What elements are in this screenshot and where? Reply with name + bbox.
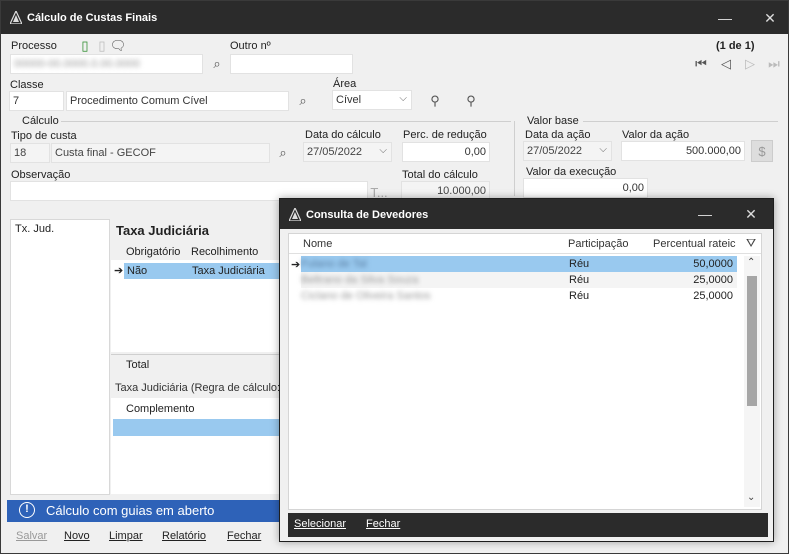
header-divider: [289, 253, 761, 254]
regra-calculo-label: Taxa Judiciária (Regra de cálculo:: [115, 382, 281, 394]
alert-icon: !: [19, 502, 35, 518]
document-new-icon[interactable]: ▯: [76, 37, 94, 55]
devedores-dialog: Consulta de Devedores — ✕ Nome Participa…: [279, 198, 774, 542]
processo-field[interactable]: 00000-00.0000.0.00.0000: [10, 54, 203, 74]
app-logo-icon: [10, 11, 22, 24]
list-item[interactable]: Tx. Jud.: [15, 223, 54, 235]
tipo-code-field[interactable]: 18: [10, 143, 50, 163]
valor-base-group-line: [583, 121, 778, 122]
total-calculo-label: Total do cálculo: [402, 169, 478, 181]
dialog-footer: Selecionar Fechar: [288, 513, 768, 537]
search-tipo-icon[interactable]: ⌕: [274, 144, 292, 162]
taxa-type-list: Tx. Jud.: [10, 219, 110, 495]
dialog-title-bar: Consulta de Devedores — ✕: [280, 199, 773, 229]
row-pointer-icon: ➔: [114, 265, 124, 277]
tipo-desc-field[interactable]: Custa final - GECOF: [51, 143, 270, 163]
col-recolhimento: Recolhimento: [191, 246, 259, 258]
chevron-down-icon: ⌵: [599, 144, 607, 155]
perc-reducao-field[interactable]: 0,00: [402, 142, 490, 162]
calculo-group-label: Cálculo: [22, 115, 59, 127]
perc-reducao-label: Perc. de redução: [403, 129, 487, 141]
classe-label: Classe: [10, 79, 44, 91]
vertical-scrollbar[interactable]: ⌃ ⌄: [744, 256, 760, 507]
chevron-down-icon: ⌵: [379, 145, 387, 156]
devedores-grid: Nome Participação Percentual rateic ⛛ ➔ …: [288, 233, 762, 510]
new-button[interactable]: Novo: [64, 530, 90, 542]
select-button[interactable]: Selecionar: [294, 518, 346, 530]
filter-icon[interactable]: ⛛: [746, 236, 756, 251]
classe-desc-field[interactable]: Procedimento Comum Cível: [66, 91, 289, 111]
title-bar: Cálculo de Custas Finais — ✕: [1, 1, 788, 34]
dialog-title: Consulta de Devedores: [306, 209, 429, 221]
pager-text: (1 de 1): [716, 40, 755, 52]
dialog-close-action-button[interactable]: Fechar: [366, 518, 400, 530]
last-record-icon[interactable]: ⏭: [765, 55, 783, 73]
person-money-icon[interactable]: ⚲: [426, 92, 444, 110]
comment-icon[interactable]: 🗨: [109, 37, 127, 55]
table-row[interactable]: Beltrano da Silva Souza Réu 25,0000: [301, 272, 737, 288]
table-row[interactable]: Fulano de Tal Réu 50,0000: [301, 256, 737, 272]
scroll-up-icon[interactable]: ⌃: [747, 257, 755, 268]
app-logo-icon: [289, 208, 301, 221]
first-record-icon[interactable]: ⏮: [692, 55, 710, 73]
table-row[interactable]: Ciclano de Oliveira Santos Réu 25,0000: [301, 288, 737, 304]
close-button[interactable]: ✕: [761, 9, 779, 27]
minimize-button[interactable]: —: [716, 9, 734, 27]
outro-field[interactable]: [230, 54, 353, 74]
valor-base-group-label: Valor base: [527, 115, 579, 127]
taxa-title: Taxa Judiciária: [116, 223, 209, 238]
close-form-button[interactable]: Fechar: [227, 530, 261, 542]
clear-button[interactable]: Limpar: [109, 530, 143, 542]
tipo-label: Tipo de custa: [11, 130, 77, 142]
processo-label: Processo: [11, 40, 57, 52]
row-pointer-icon: ➔: [291, 259, 301, 271]
chevron-down-icon: ⌵: [399, 93, 407, 104]
window-title: Cálculo de Custas Finais: [27, 12, 158, 24]
classe-code-field[interactable]: 7: [9, 91, 64, 111]
save-button[interactable]: Salvar: [16, 530, 47, 542]
valor-acao-label: Valor da ação: [622, 129, 690, 141]
next-record-icon[interactable]: ▷: [741, 55, 759, 73]
area-label: Área: [333, 78, 357, 90]
previous-record-icon[interactable]: ◁: [717, 55, 735, 73]
person-search-icon[interactable]: ⚲: [462, 92, 480, 110]
calculo-group-line: [61, 121, 511, 122]
group-divider: [514, 121, 515, 196]
search-classe-icon[interactable]: ⌕: [294, 92, 312, 110]
observacao-label: Observação: [11, 169, 71, 181]
report-button[interactable]: Relatório: [162, 530, 206, 542]
total-label: Total: [126, 359, 150, 371]
valor-acao-field[interactable]: 500.000,00: [621, 141, 745, 161]
complemento-header: Complemento: [126, 403, 195, 415]
status-message: Cálculo com guias em aberto: [46, 503, 215, 518]
data-acao-label: Data da ação: [525, 129, 591, 141]
data-acao-field[interactable]: 27/05/2022 ⌵: [523, 141, 612, 161]
data-calculo-field[interactable]: 27/05/2022 ⌵: [303, 142, 392, 162]
calculate-value-icon[interactable]: $: [751, 140, 773, 162]
col-obrigatorio: Obrigatório: [126, 246, 181, 258]
table-row[interactable]: Não Taxa Judiciária: [124, 263, 281, 279]
search-processo-icon[interactable]: ⌕: [208, 55, 226, 73]
scroll-thumb[interactable]: [747, 276, 757, 406]
area-select[interactable]: Cível ⌵: [332, 90, 412, 110]
valor-execucao-label: Valor da execução: [526, 166, 617, 178]
dialog-minimize-button[interactable]: —: [696, 205, 714, 223]
outro-label: Outro nº: [230, 40, 271, 52]
valor-execucao-field[interactable]: 0,00: [523, 178, 648, 198]
scroll-down-icon[interactable]: ⌄: [747, 492, 755, 503]
total-divider: [111, 354, 281, 355]
dialog-close-button[interactable]: ✕: [742, 205, 760, 223]
col-percentual[interactable]: Percentual rateic: [653, 238, 737, 250]
col-participacao[interactable]: Participação: [568, 238, 629, 250]
status-bar: ! Cálculo com guias em aberto: [7, 500, 283, 522]
col-nome[interactable]: Nome: [303, 238, 332, 250]
complemento-row[interactable]: [113, 419, 281, 436]
data-calculo-label: Data do cálculo: [305, 129, 381, 141]
